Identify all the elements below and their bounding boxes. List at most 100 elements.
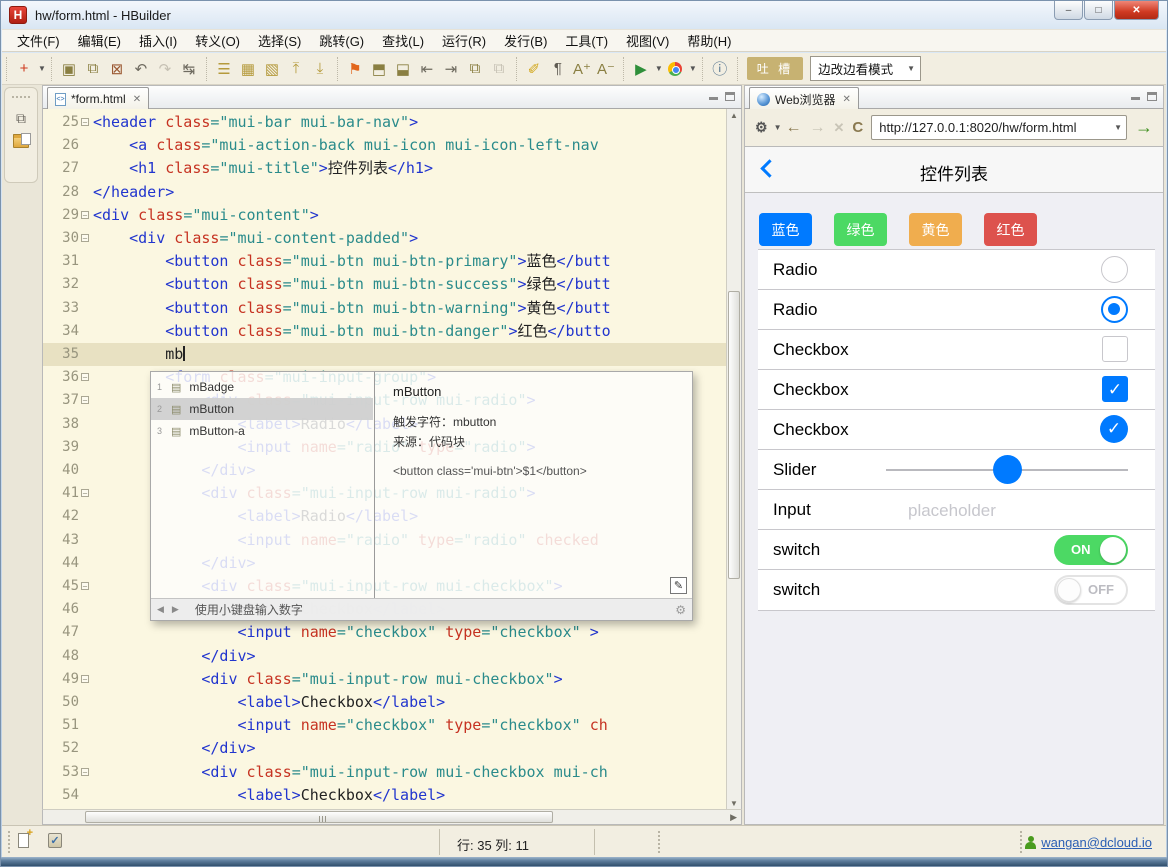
code-line-29[interactable]: 29–<div class="mui-content"> bbox=[43, 204, 726, 227]
code-line-47[interactable]: 47 <input name="checkbox" type="checkbox… bbox=[43, 621, 726, 644]
panel-maximize-icon[interactable] bbox=[725, 92, 735, 101]
view-mode-select[interactable]: 边改边看模式▼ bbox=[810, 56, 921, 81]
browser-tab-close-icon[interactable]: ✕ bbox=[842, 94, 850, 105]
menu-item-f[interactable]: 文件(F) bbox=[8, 29, 69, 52]
maximize-button[interactable]: □ bbox=[1084, 1, 1113, 20]
undo-icon[interactable]: ↶ bbox=[130, 58, 152, 80]
code-line-34[interactable]: 34 <button class="mui-btn mui-btn-danger… bbox=[43, 320, 726, 343]
fold-toggle-icon[interactable]: – bbox=[81, 675, 89, 683]
code-line-33[interactable]: 33 <button class="mui-btn mui-btn-warnin… bbox=[43, 297, 726, 320]
fold-toggle-icon[interactable]: – bbox=[81, 211, 89, 219]
forward-icon[interactable]: → bbox=[809, 119, 825, 137]
insert-line-below-icon[interactable]: ⬓ bbox=[392, 58, 414, 80]
color-button[interactable]: 蓝色 bbox=[759, 213, 812, 246]
restore-views-icon[interactable]: ⧉ bbox=[16, 110, 26, 127]
shift-right-icon[interactable]: ⇥ bbox=[440, 58, 462, 80]
autocomplete-item-mbadge[interactable]: 1▤mBadge bbox=[151, 376, 373, 398]
project-explorer-icon[interactable] bbox=[13, 137, 29, 148]
menu-item-l[interactable]: 查找(L) bbox=[373, 29, 433, 52]
editor-vertical-scrollbar[interactable]: ▲ ▼ bbox=[726, 109, 741, 810]
fold-toggle-icon[interactable]: – bbox=[81, 118, 89, 126]
scroll-down-icon[interactable]: ▼ bbox=[727, 799, 741, 808]
minimize-button[interactable]: – bbox=[1054, 1, 1083, 20]
chrome-icon-caret[interactable]: ▼ bbox=[689, 64, 697, 73]
stop-icon[interactable]: ✕ bbox=[833, 120, 844, 136]
checkbox-round-control[interactable]: ✓ bbox=[1100, 415, 1128, 443]
url-input[interactable]: http://127.0.0.1:8020/hw/form.html ▼ bbox=[871, 115, 1127, 140]
tucao-button[interactable]: 吐 槽 bbox=[747, 57, 803, 80]
save-icon[interactable]: ▣ bbox=[58, 58, 80, 80]
code-line-27[interactable]: 27 <h1 class="mui-title">控件列表</h1> bbox=[43, 157, 726, 180]
fold-toggle-icon[interactable]: – bbox=[81, 396, 89, 404]
run-icon-caret[interactable]: ▼ bbox=[655, 64, 663, 73]
editor-horizontal-scrollbar[interactable]: ◀ ▶ bbox=[42, 809, 742, 825]
horizontal-scroll-thumb[interactable] bbox=[85, 811, 553, 823]
scroll-right-icon[interactable]: ▶ bbox=[730, 811, 737, 824]
code-line-35[interactable]: 35 mb bbox=[43, 343, 726, 366]
join-lines-icon[interactable]: ▦ bbox=[237, 58, 259, 80]
panel-minimize-icon[interactable] bbox=[709, 92, 719, 101]
radio-control[interactable] bbox=[1101, 296, 1128, 323]
code-line-28[interactable]: 28</header> bbox=[43, 181, 726, 204]
code-line-49[interactable]: 49– <div class="mui-input-row mui-checkb… bbox=[43, 668, 726, 691]
insert-line-above-icon[interactable]: ⬒ bbox=[368, 58, 390, 80]
browser-minimize-icon[interactable] bbox=[1131, 92, 1141, 101]
menu-item-b[interactable]: 发行(B) bbox=[495, 29, 556, 52]
code-line-54[interactable]: 54 <label>Checkbox</label> bbox=[43, 784, 726, 807]
next-page-icon[interactable]: ▶ bbox=[172, 604, 181, 615]
reindent-icon[interactable]: ↹ bbox=[178, 58, 200, 80]
menu-item-s[interactable]: 选择(S) bbox=[249, 29, 310, 52]
code-line-48[interactable]: 48 </div> bbox=[43, 645, 726, 668]
menu-item-r[interactable]: 运行(R) bbox=[433, 29, 495, 52]
new-file-icon[interactable]: + bbox=[13, 58, 35, 80]
account-link[interactable]: wangan@dcloud.io bbox=[1025, 835, 1152, 850]
chrome-icon[interactable] bbox=[664, 58, 686, 80]
move-line-up-icon[interactable]: ⤒ bbox=[285, 58, 307, 80]
browser-settings-icon[interactable]: ⚙ bbox=[755, 119, 768, 136]
code-line-53[interactable]: 53– <div class="mui-input-row mui-checkb… bbox=[43, 761, 726, 784]
toggle-switch[interactable]: ON bbox=[1054, 535, 1128, 565]
slider-thumb[interactable] bbox=[993, 455, 1022, 484]
duplicate-doc-icon[interactable]: ⧉ bbox=[464, 58, 486, 80]
validate-icon[interactable]: ✓ bbox=[48, 833, 62, 848]
tab-close-icon[interactable]: ✕ bbox=[133, 94, 141, 105]
fold-toggle-icon[interactable]: – bbox=[81, 234, 89, 242]
code-line-31[interactable]: 31 <button class="mui-btn mui-btn-primar… bbox=[43, 250, 726, 273]
shift-left-icon[interactable]: ⇤ bbox=[416, 58, 438, 80]
format-source-icon[interactable]: ☰ bbox=[213, 58, 235, 80]
rail-grip[interactable] bbox=[12, 96, 30, 98]
code-editor[interactable]: 55 <input type="checkbox" name="checkbox… bbox=[42, 109, 742, 811]
about-icon[interactable]: ⓘ bbox=[709, 58, 731, 80]
highlighter-icon[interactable]: ✐ bbox=[523, 58, 545, 80]
color-button[interactable]: 黄色 bbox=[909, 213, 962, 246]
checkbox-control[interactable]: ✓ bbox=[1102, 376, 1128, 402]
menu-item-i[interactable]: 插入(I) bbox=[130, 29, 186, 52]
new-file-icon-caret[interactable]: ▼ bbox=[38, 64, 46, 73]
slider-track[interactable] bbox=[886, 469, 1128, 471]
new-snippet-icon[interactable] bbox=[18, 833, 29, 848]
font-increase-icon[interactable]: A⁺ bbox=[571, 58, 593, 80]
code-line-52[interactable]: 52 </div> bbox=[43, 737, 726, 760]
close-button[interactable]: ✕ bbox=[1114, 1, 1159, 20]
code-line-50[interactable]: 50 <label>Checkbox</label> bbox=[43, 691, 726, 714]
back-icon[interactable]: ← bbox=[785, 119, 801, 137]
go-icon[interactable]: → bbox=[1135, 117, 1153, 138]
color-button[interactable]: 红色 bbox=[984, 213, 1037, 246]
menu-item-v[interactable]: 视图(V) bbox=[617, 29, 678, 52]
save-all-icon[interactable]: ⧉ bbox=[82, 58, 104, 80]
toggle-switch[interactable]: OFF bbox=[1054, 575, 1128, 605]
menu-item-o[interactable]: 转义(O) bbox=[186, 29, 249, 52]
vertical-scroll-thumb[interactable] bbox=[728, 291, 740, 578]
redo-icon[interactable]: ↷ bbox=[154, 58, 176, 80]
run-icon[interactable]: ▶ bbox=[630, 58, 652, 80]
text-input[interactable]: placeholder bbox=[908, 501, 996, 521]
editor-tab-form-html[interactable]: <> *form.html ✕ bbox=[47, 87, 149, 110]
refresh-icon[interactable]: C bbox=[852, 119, 863, 136]
browser-maximize-icon[interactable] bbox=[1147, 92, 1157, 101]
pilcrow-icon[interactable]: ¶ bbox=[547, 58, 569, 80]
settings-caret-icon[interactable]: ▼ bbox=[774, 123, 782, 132]
fold-toggle-icon[interactable]: – bbox=[81, 489, 89, 497]
prev-page-icon[interactable]: ◀ bbox=[157, 604, 166, 615]
menu-item-t[interactable]: 工具(T) bbox=[556, 29, 617, 52]
autocomplete-item-mbutton-a[interactable]: 3▤mButton-a bbox=[151, 420, 373, 442]
